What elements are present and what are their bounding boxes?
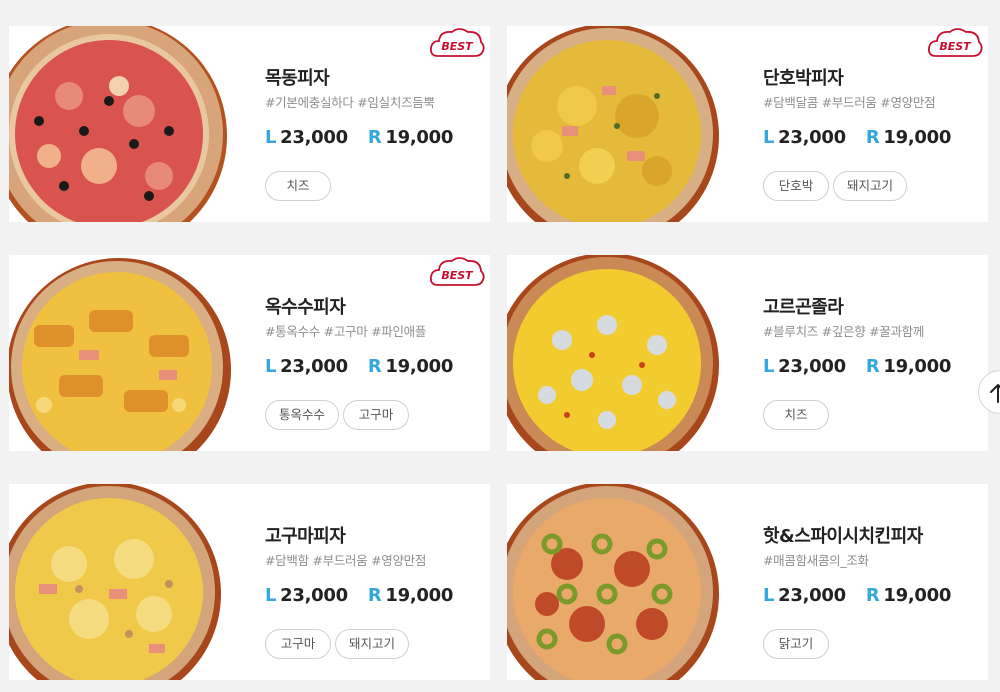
pizza-image[interactable] [507, 26, 737, 222]
size-l-label: L [265, 356, 277, 377]
price-large: 23,000 [778, 356, 846, 377]
pizza-card-hot-spicy-chicken[interactable]: 핫&스파이시치킨피자 #매콤함새콤의_조화 L 23,000 R 19,000 닭고기 [507, 484, 988, 680]
pizza-image[interactable] [507, 484, 737, 680]
best-badge-text: BEST [441, 40, 474, 53]
topping-tags: 치즈 [265, 171, 335, 201]
pizza-card-mokdong[interactable]: 목동피자 #기본에충실하다 #임실치즈듬뿍 L 23,000 R 19,000 치즈 … [9, 26, 490, 222]
pizza-name: 목동피자 [265, 68, 330, 89]
topping-chip[interactable]: 치즈 [265, 171, 331, 201]
pizza-card-oksusu[interactable]: 옥수수피자 #통옥수수 #고구마 #파인애플 L 23,000 R 19,000 통옥… [9, 255, 490, 451]
price-regular: 19,000 [385, 127, 454, 148]
topping-chip[interactable]: 고구마 [343, 400, 410, 430]
pizza-image[interactable] [9, 484, 239, 680]
price-regular: 19,000 [883, 585, 952, 606]
size-r-label: R [367, 356, 382, 377]
topping-tags: 치즈 [763, 400, 833, 430]
size-r-label: R [367, 127, 382, 148]
price-large: 23,000 [778, 127, 846, 148]
topping-chip[interactable]: 단호박 [763, 171, 829, 201]
pizza-card-gorgonzola[interactable]: 고르곤졸라 #블루치즈 #깊은향 #꿀과함께 L 23,000 R 19,000 치즈 [507, 255, 988, 451]
pizza-card-goguma[interactable]: 고구마피자 #담백함 #부드러움 #영양만점 L 23,000 R 19,000 고구… [9, 484, 490, 680]
pizza-prices: L 23,000 R 19,000 [265, 356, 485, 377]
pizza-hashtags: #기본에충실하다 #임실치즈듬뿍 [265, 95, 435, 110]
price-large: 23,000 [280, 127, 348, 148]
size-l-label: L [763, 356, 775, 377]
best-badge-icon: BEST [429, 257, 485, 286]
pizza-image[interactable] [9, 26, 239, 222]
best-badge-text: BEST [441, 269, 474, 282]
topping-chip[interactable]: 닭고기 [763, 629, 829, 659]
pizza-image[interactable] [507, 255, 737, 451]
pizza-name: 단호박피자 [763, 68, 844, 89]
topping-chip[interactable]: 돼지고기 [833, 171, 908, 201]
arrow-up-icon [990, 384, 1000, 403]
size-r-label: R [865, 585, 880, 606]
topping-tags: 닭고기 [763, 629, 833, 659]
pizza-prices: L 23,000 R 19,000 [763, 127, 983, 148]
topping-chip[interactable]: 통옥수수 [265, 400, 340, 430]
size-l-label: L [763, 127, 775, 148]
price-regular: 19,000 [385, 585, 454, 606]
pizza-card-danhobak[interactable]: 단호박피자 #담백달콤 #부드러움 #영양만점 L 23,000 R 19,000 단… [507, 26, 988, 222]
best-badge-icon: BEST [927, 28, 983, 57]
pizza-name: 고르곤졸라 [763, 297, 844, 318]
price-large: 23,000 [778, 585, 846, 606]
price-large: 23,000 [280, 585, 348, 606]
topping-chip[interactable]: 돼지고기 [335, 629, 410, 659]
price-large: 23,000 [280, 356, 348, 377]
pizza-prices: L 23,000 R 19,000 [265, 585, 485, 606]
pizza-prices: L 23,000 R 19,000 [763, 356, 983, 377]
pizza-name: 고구마피자 [265, 526, 346, 547]
pizza-hashtags: #담백달콤 #부드러움 #영양만점 [763, 95, 936, 110]
pizza-name: 핫&스파이시치킨피자 [763, 526, 923, 547]
pizza-prices: L 23,000 R 19,000 [265, 127, 485, 148]
size-l-label: L [265, 127, 277, 148]
topping-tags: 통옥수수 고구마 [265, 400, 413, 430]
topping-chip[interactable]: 치즈 [763, 400, 829, 430]
pizza-name: 옥수수피자 [265, 297, 346, 318]
pizza-prices: L 23,000 R 19,000 [763, 585, 983, 606]
price-regular: 19,000 [385, 356, 454, 377]
size-r-label: R [367, 585, 382, 606]
pizza-hashtags: #담백함 #부드러움 #영양만점 [265, 553, 427, 568]
price-regular: 19,000 [883, 127, 952, 148]
pizza-hashtags: #매콤함새콤의_조화 [763, 553, 869, 568]
topping-tags: 단호박 돼지고기 [763, 171, 911, 201]
size-l-label: L [265, 585, 277, 606]
best-badge-text: BEST [939, 40, 972, 53]
pizza-menu-grid: 목동피자 #기본에충실하다 #임실치즈듬뿍 L 23,000 R 19,000 치즈 … [0, 0, 1000, 692]
topping-chip[interactable]: 고구마 [265, 629, 331, 659]
pizza-hashtags: #블루치즈 #깊은향 #꿀과함께 [763, 324, 925, 339]
size-r-label: R [865, 356, 880, 377]
size-l-label: L [763, 585, 775, 606]
pizza-image[interactable] [9, 255, 239, 451]
topping-tags: 고구마 돼지고기 [265, 629, 413, 659]
price-regular: 19,000 [883, 356, 952, 377]
best-badge-icon: BEST [429, 28, 485, 57]
size-r-label: R [865, 127, 880, 148]
pizza-hashtags: #통옥수수 #고구마 #파인애플 [265, 324, 427, 339]
